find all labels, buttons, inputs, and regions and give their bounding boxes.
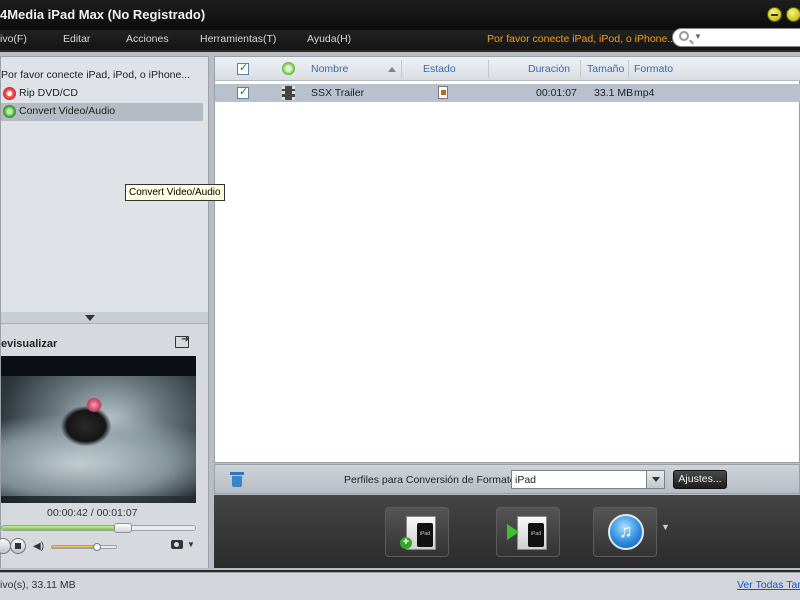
- transfer-arrow-icon: [507, 524, 519, 540]
- sidebar-item-rip-dvd[interactable]: Rip DVD/CD: [1, 85, 203, 103]
- snapshot-icon[interactable]: [171, 540, 183, 549]
- row-name: SSX Trailer: [311, 87, 365, 99]
- trash-lid: [230, 472, 244, 475]
- tooltip: Convert Video/Audio: [125, 184, 225, 201]
- table-row[interactable]: SSX Trailer 00:01:07 33.1 MB mp4: [215, 84, 800, 102]
- row-checkbox[interactable]: [237, 85, 249, 99]
- preview-title: evisualizar: [1, 338, 58, 350]
- search-icon: [679, 31, 689, 41]
- chevron-down-icon[interactable]: ▼: [661, 522, 670, 532]
- menu-help[interactable]: Ayuda(H): [307, 33, 351, 45]
- window-title: 4Media iPad Max (No Registrado): [0, 7, 206, 22]
- chevron-down-icon[interactable]: ▼: [694, 32, 702, 41]
- column-header-size[interactable]: Tamaño: [587, 63, 624, 75]
- ipad-icon: iPad: [417, 523, 433, 547]
- chevron-down-icon[interactable]: [646, 471, 664, 488]
- row-format: mp4: [634, 87, 655, 99]
- menu-tools[interactable]: Herramientas(T): [200, 33, 276, 45]
- column-divider: [401, 60, 402, 78]
- column-divider: [628, 60, 629, 78]
- itunes-button[interactable]: [593, 507, 657, 557]
- left-panel: Por favor conecte iPad, iPod, o iPhone..…: [0, 56, 209, 568]
- sidebar-item-device[interactable]: Por favor conecte iPad, iPod, o iPhone..…: [1, 67, 203, 85]
- settings-button[interactable]: Ajustes...: [673, 470, 727, 489]
- profile-bar: Perfiles para Conversión de Formato: iPa…: [214, 464, 800, 494]
- convert-icon: [3, 105, 16, 118]
- volume-level: [52, 546, 97, 548]
- video-frame-snowboarder: [61, 406, 111, 446]
- profile-select[interactable]: iPad: [511, 470, 665, 489]
- column-header-name[interactable]: Nombre: [311, 63, 348, 75]
- file-list: Nombre Estado Duración Tamaño Formato SS…: [214, 56, 800, 463]
- add-icon: +: [400, 537, 412, 549]
- menu-file[interactable]: ivo(F): [0, 33, 27, 45]
- volume-handle[interactable]: [92, 543, 101, 551]
- profile-label: Perfiles para Conversión de Formato:: [344, 474, 519, 486]
- menu-edit[interactable]: Editar: [63, 33, 90, 45]
- status-icon: [438, 86, 448, 99]
- convert-to-device-button[interactable]: iPad: [496, 507, 560, 557]
- device-notice: Por favor conecte iPad, iPod, o iPhone..…: [487, 33, 677, 45]
- sidebar-item-convert[interactable]: Convert Video/Audio: [1, 103, 203, 121]
- select-all-checkbox[interactable]: [237, 61, 249, 75]
- column-divider: [488, 60, 489, 78]
- row-duration: 00:01:07: [536, 87, 577, 99]
- rip-disc-icon: [3, 87, 16, 100]
- export-icon[interactable]: [175, 334, 189, 348]
- trash-bin: [232, 476, 242, 487]
- playback-time: 00:00:42 / 00:01:07: [47, 507, 138, 519]
- add-files-button[interactable]: iPad +: [385, 507, 449, 557]
- video-preview: [1, 356, 196, 503]
- preview-panel: evisualizar 00:00:42 / 00:01:07 ◀) ▼: [0, 323, 208, 568]
- ipad-device-icon: iPad: [517, 516, 547, 550]
- seek-slider[interactable]: [1, 523, 196, 533]
- seek-handle[interactable]: [114, 523, 132, 533]
- video-frame-glow: [86, 398, 102, 412]
- volume-slider[interactable]: [51, 543, 117, 551]
- column-header-status[interactable]: Estado: [423, 63, 456, 75]
- stop-button[interactable]: [10, 538, 26, 554]
- refresh-icon[interactable]: [282, 62, 295, 75]
- status-summary: ivo(s), 33.11 MB: [0, 579, 76, 591]
- sidebar-item-label: Convert Video/Audio: [19, 105, 116, 117]
- row-size: 33.1 MB: [594, 87, 634, 99]
- seek-progress: [2, 526, 123, 530]
- status-bar: ivo(s), 33.11 MB Ver Todas Tare: [0, 572, 800, 600]
- volume-icon[interactable]: ◀): [33, 541, 44, 552]
- video-file-icon: [282, 86, 295, 100]
- ipad-icon: iPad: [528, 523, 544, 547]
- profile-selected-value: iPad: [515, 474, 537, 486]
- collapse-arrow-icon[interactable]: [85, 315, 95, 321]
- column-header-format[interactable]: Formato: [634, 63, 673, 75]
- itunes-icon: [608, 514, 644, 550]
- chevron-down-icon[interactable]: ▼: [187, 540, 195, 549]
- title-bar: 4Media iPad Max (No Registrado): [0, 0, 800, 30]
- sidebar-item-label: Por favor conecte iPad, iPod, o iPhone..…: [1, 69, 191, 81]
- sort-ascending-icon: [388, 67, 396, 72]
- view-all-tasks-link[interactable]: Ver Todas Tare: [737, 579, 800, 591]
- minimize-button[interactable]: [767, 7, 782, 22]
- main-frame: Por favor conecte iPad, iPod, o iPhone..…: [0, 52, 800, 570]
- menu-actions[interactable]: Acciones: [126, 33, 169, 45]
- list-header: Nombre Estado Duración Tamaño Formato: [215, 57, 800, 81]
- action-area: iPad + ▼ iPad: [214, 495, 800, 568]
- sidebar-item-label: Rip DVD/CD: [19, 87, 78, 99]
- column-header-duration[interactable]: Duración: [528, 63, 570, 75]
- column-divider: [580, 60, 581, 78]
- search-input[interactable]: ▼: [672, 28, 800, 47]
- maximize-button[interactable]: [786, 7, 800, 22]
- trash-icon[interactable]: [230, 472, 244, 487]
